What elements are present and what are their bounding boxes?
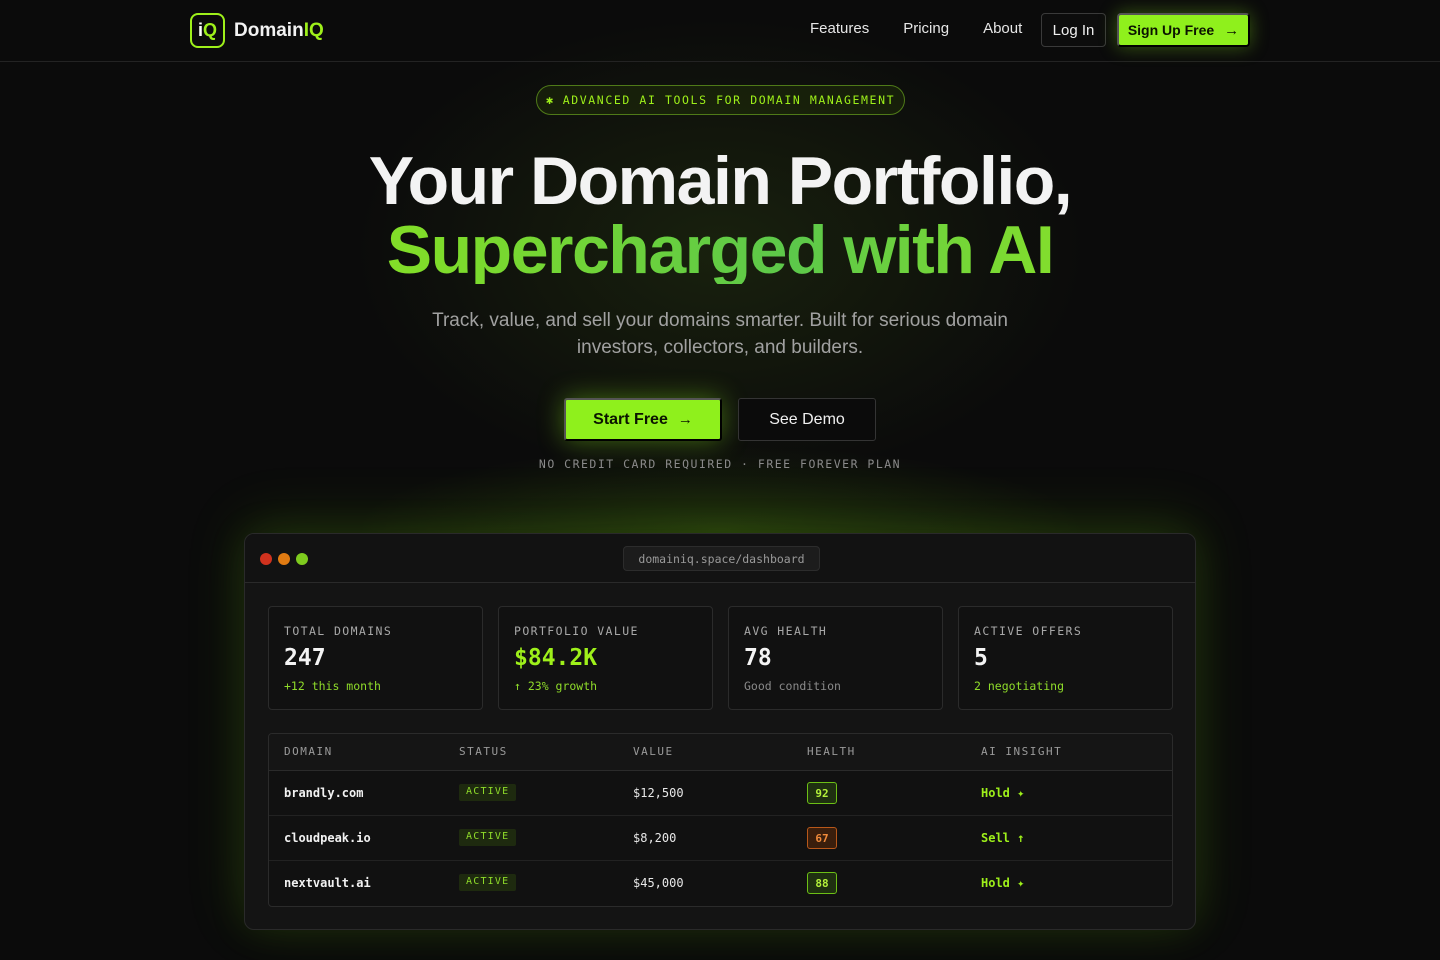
hero-title-line2: Supercharged with AI xyxy=(0,216,1440,284)
signup-button[interactable]: Sign Up Free → xyxy=(1117,13,1250,47)
stat-card-active-offers: ACTIVE OFFERS 5 2 negotiating xyxy=(958,606,1173,710)
domains-table: DOMAIN STATUS VALUE HEALTH AI INSIGHT br… xyxy=(268,733,1173,907)
table-header: DOMAIN STATUS VALUE HEALTH AI INSIGHT xyxy=(269,734,1172,771)
table-row[interactable]: cloudpeak.io ACTIVE $8,200 67 Sell ↑ xyxy=(269,816,1172,861)
stat-label: AVG HEALTH xyxy=(744,624,828,638)
start-free-button[interactable]: Start Free → xyxy=(564,398,722,441)
domain-name: cloudpeak.io xyxy=(284,831,371,845)
window-minimize-dot-icon xyxy=(278,553,290,565)
stat-value: $84.2K xyxy=(514,645,598,671)
nav-link-pricing[interactable]: Pricing xyxy=(903,20,949,37)
nav-link-about[interactable]: About xyxy=(983,20,1022,37)
hero-subtitle: Track, value, and sell your domains smar… xyxy=(432,310,1008,358)
logo-word: Domain xyxy=(234,19,304,41)
status-badge: ACTIVE xyxy=(459,784,517,801)
stat-label: TOTAL DOMAINS xyxy=(284,624,393,638)
domain-name: brandly.com xyxy=(284,786,364,800)
hero-badge: ✱ ADVANCED AI TOOLS FOR DOMAIN MANAGEMEN… xyxy=(536,85,905,115)
ai-insight: Sell ↑ xyxy=(981,831,1025,845)
stat-label: ACTIVE OFFERS xyxy=(974,624,1083,638)
start-free-label: Start Free xyxy=(593,410,668,428)
dashboard-preview-window: domainiq.space/dashboard TOTAL DOMAINS 2… xyxy=(244,533,1196,930)
stat-value: 247 xyxy=(284,645,326,671)
sparkle-icon: ✱ xyxy=(545,93,555,107)
signup-button-label: Sign Up Free xyxy=(1127,22,1215,38)
status-badge: ACTIVE xyxy=(459,874,517,891)
stat-note: Good condition xyxy=(744,679,841,693)
top-navigation: iQ DomainIQ Features Pricing About Log I… xyxy=(0,0,1440,62)
health-score-badge: 92 xyxy=(807,782,837,804)
window-maximize-dot-icon xyxy=(296,553,308,565)
stat-note: ↑ 23% growth xyxy=(514,679,598,693)
column-header-value: VALUE xyxy=(633,745,674,758)
stat-note: +12 this month xyxy=(284,679,381,693)
health-score-badge: 67 xyxy=(807,827,837,849)
nav-link-features[interactable]: Features xyxy=(810,20,869,37)
stat-card-avg-health: AVG HEALTH 78 Good condition xyxy=(728,606,943,710)
column-header-status: STATUS xyxy=(459,745,508,758)
domain-name: nextvault.ai xyxy=(284,876,371,890)
logo-wordmark: DomainIQ xyxy=(234,20,324,42)
domain-value: $45,000 xyxy=(633,876,684,890)
stat-value: 78 xyxy=(744,645,772,671)
stat-label: PORTFOLIO VALUE xyxy=(514,624,639,638)
login-button[interactable]: Log In xyxy=(1041,13,1106,47)
ai-insight: Hold ✦ xyxy=(981,786,1025,800)
column-header-health: HEALTH xyxy=(807,745,856,758)
domain-value: $8,200 xyxy=(633,831,677,845)
see-demo-button[interactable]: See Demo xyxy=(738,398,876,441)
status-badge: ACTIVE xyxy=(459,829,517,846)
ai-insight: Hold ✦ xyxy=(981,876,1025,890)
logo-word-accent: IQ xyxy=(303,19,324,41)
arrow-right-icon: → xyxy=(677,411,693,428)
logo-mark-icon: iQ xyxy=(190,13,225,48)
column-header-ai-insight: AI INSIGHT xyxy=(981,745,1063,758)
window-close-dot-icon xyxy=(260,553,272,565)
window-title-bar: domainiq.space/dashboard xyxy=(245,534,1195,583)
fine-print: NO CREDIT CARD REQUIRED · FREE FOREVER P… xyxy=(538,457,902,471)
health-score-badge: 88 xyxy=(807,872,837,894)
logo[interactable]: iQ DomainIQ xyxy=(190,13,324,48)
stat-card-total-domains: TOTAL DOMAINS 247 +12 this month xyxy=(268,606,483,710)
hero-badge-text: ADVANCED AI TOOLS FOR DOMAIN MANAGEMENT xyxy=(562,93,896,107)
table-row[interactable]: brandly.com ACTIVE $12,500 92 Hold ✦ xyxy=(269,771,1172,816)
url-bar: domainiq.space/dashboard xyxy=(623,546,820,571)
stat-card-portfolio-value: PORTFOLIO VALUE $84.2K ↑ 23% growth xyxy=(498,606,713,710)
stat-value: 5 xyxy=(974,645,988,671)
logo-mark-q: Q xyxy=(203,20,218,40)
nav-links: Features Pricing About xyxy=(810,20,1056,37)
stat-note: 2 negotiating xyxy=(974,679,1065,693)
hero-title-line1: Your Domain Portfolio, xyxy=(368,143,1073,219)
table-row[interactable]: nextvault.ai ACTIVE $45,000 88 Hold ✦ xyxy=(269,861,1172,906)
arrow-right-icon: → xyxy=(1224,21,1240,39)
column-header-domain: DOMAIN xyxy=(284,745,333,758)
domain-value: $12,500 xyxy=(633,786,684,800)
